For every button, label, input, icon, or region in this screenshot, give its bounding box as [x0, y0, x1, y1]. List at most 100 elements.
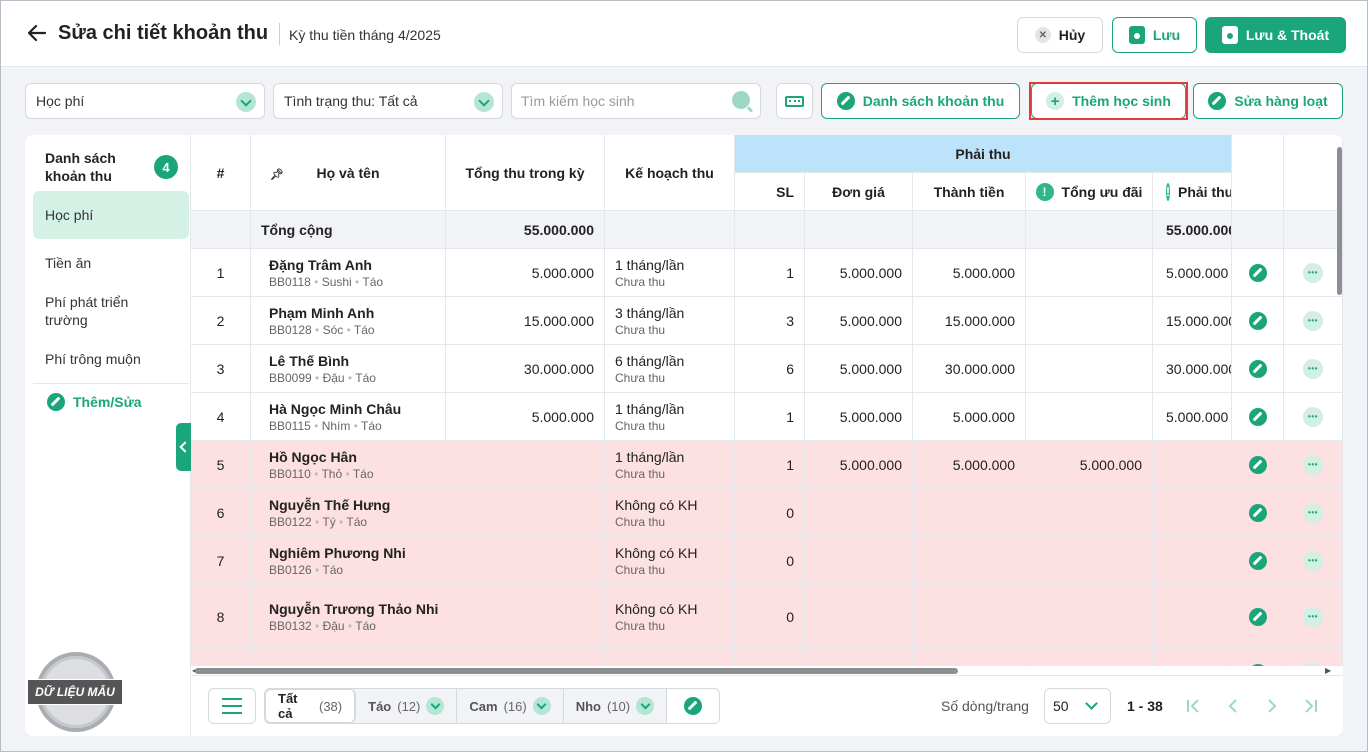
status-value: Tình trạng thu: Tất cả [284, 93, 418, 109]
more-options-icon[interactable]: ••• [1303, 550, 1323, 571]
dot-separator: • [342, 467, 353, 481]
edit-row-pencil-icon[interactable] [1248, 311, 1267, 330]
menu-button[interactable] [208, 688, 256, 724]
next-page-button[interactable] [1258, 692, 1286, 720]
scroll-right-arrow-icon[interactable]: ▶ [1325, 666, 1331, 675]
prev-page-button[interactable] [1219, 692, 1247, 720]
student-name: Đặng Trâm Anh [269, 257, 372, 273]
row-payable [1153, 585, 1232, 649]
cancel-button-label: Hủy [1058, 27, 1086, 43]
save-button[interactable]: Lưu [1112, 17, 1197, 53]
student-meta: BB0132 • Đậu • Táo [269, 619, 376, 633]
edit-row-pencil-icon[interactable] [1248, 607, 1267, 626]
search-icon[interactable] [732, 91, 750, 109]
col-header-name[interactable]: 📌︎ Họ và tên [251, 135, 446, 211]
menu-icon-line [222, 705, 242, 707]
student-code: BB0110 [269, 467, 311, 481]
search-input[interactable] [511, 83, 761, 119]
row-amount: 30.000.000 [913, 345, 1026, 393]
vertical-scrollbar-thumb[interactable] [1337, 147, 1342, 295]
edit-row-pencil-icon[interactable] [1248, 263, 1267, 282]
highlight-outline [1029, 82, 1188, 120]
plan-cell: 3 tháng/lần Chưa thu [605, 297, 735, 345]
tab-all[interactable]: Tất cả (38) [266, 690, 356, 722]
keyboard-button[interactable] [776, 83, 813, 119]
chevron-down-icon[interactable] [532, 697, 551, 715]
row-qty: 3 [735, 297, 805, 345]
row-payable [1153, 441, 1232, 489]
edit-tabs-button[interactable] [667, 689, 719, 723]
arrow-left-icon[interactable] [25, 21, 49, 45]
tab-tao[interactable]: Táo (12) [356, 689, 458, 723]
edit-row-pencil-icon[interactable] [1248, 551, 1267, 570]
sample-data-label: DỮ LIỆU MẪU [27, 679, 123, 705]
dot-separator: • [311, 323, 323, 337]
add-edit-fee-button[interactable]: Thêm/Sửa [47, 393, 142, 411]
dot-separator: • [344, 619, 356, 633]
plan-status: Chưa thu [615, 514, 666, 529]
student-tag: Đậu [322, 619, 345, 633]
status-select[interactable]: Tình trạng thu: Tất cả [273, 83, 503, 119]
chevron-down-icon[interactable] [636, 697, 655, 715]
rows-per-page-label: Số dòng/trang [941, 698, 1029, 714]
row-more-cell: ••• [1284, 537, 1343, 585]
tab-cam[interactable]: Cam (16) [457, 689, 564, 723]
save-button-label: Lưu [1152, 27, 1181, 43]
more-options-icon[interactable]: ••• [1303, 310, 1323, 331]
edit-row-pencil-icon[interactable] [1248, 663, 1267, 666]
row-index: 9 [191, 649, 251, 666]
pin-icon[interactable]: 📌︎ [270, 168, 284, 181]
fee-type-select[interactable]: Học phí [25, 83, 265, 119]
row-unit-price: 5.000.000 [805, 441, 913, 489]
sidebar-item-label: Học phí [45, 207, 94, 223]
more-options-icon[interactable]: ••• [1303, 454, 1323, 475]
bulk-edit-button[interactable]: Sửa hàng loạt [1193, 83, 1343, 119]
row-qty: 6 [735, 345, 805, 393]
add-edit-label: Thêm/Sửa [73, 394, 142, 410]
row-index: 2 [191, 297, 251, 345]
edit-row-pencil-icon[interactable] [1248, 455, 1267, 474]
sidebar-item-phi-trong-muon[interactable]: Phí trông muộn [33, 343, 189, 375]
chevron-down-icon[interactable] [426, 697, 445, 715]
col-header-unit-price: Đơn giá [805, 173, 913, 211]
save-exit-button-label: Lưu & Thoát [1245, 27, 1330, 43]
pencil-icon [47, 393, 65, 411]
edit-row-pencil-icon[interactable] [1248, 503, 1267, 522]
horizontal-scrollbar-thumb[interactable] [195, 668, 958, 674]
row-discount [1026, 585, 1153, 649]
edit-row-pencil-icon[interactable] [1248, 407, 1267, 426]
more-options-icon[interactable]: ••• [1303, 406, 1323, 427]
row-discount [1026, 649, 1153, 666]
row-total [446, 441, 605, 489]
first-page-button[interactable] [1179, 692, 1207, 720]
more-options-icon[interactable]: ••• [1303, 358, 1323, 379]
plan-cell: 6 tháng/lần Chưa thu [605, 345, 735, 393]
sidebar-item-hoc-phi[interactable]: Học phí [33, 191, 189, 239]
row-more-cell: ••• [1284, 297, 1343, 345]
student-cell: Đặng Trâm Anh BB0118 • Sushi • Táo [251, 249, 446, 297]
row-discount [1026, 489, 1153, 537]
pencil-icon [684, 697, 703, 715]
fee-list-button[interactable]: Danh sách khoản thu [821, 83, 1020, 119]
tab-nho[interactable]: Nho (10) [564, 689, 668, 723]
more-options-icon[interactable]: ••• [1303, 502, 1323, 523]
rows-per-page-select[interactable]: 50 [1044, 688, 1111, 724]
cancel-button[interactable]: ✕ Hủy [1017, 17, 1103, 53]
table-footer: Tất cả (38) Táo (12) Cam (16) Nho (10) S… [191, 675, 1343, 736]
row-amount: 5.000.000 [913, 393, 1026, 441]
student-name: Hồ Ngọc Hân [269, 449, 357, 465]
more-options-icon[interactable]: ••• [1303, 606, 1323, 627]
edit-row-pencil-icon[interactable] [1248, 359, 1267, 378]
more-options-icon[interactable]: ••• [1303, 262, 1323, 283]
plan-cell: Không có KH Chưa thu [605, 489, 735, 537]
sidebar-collapse-handle[interactable] [176, 423, 191, 471]
last-page-button[interactable] [1297, 692, 1325, 720]
summary-total: 55.000.000 [446, 211, 605, 249]
student-code: BB0099 [269, 371, 312, 385]
row-more-cell: ••• [1284, 585, 1343, 649]
save-exit-button[interactable]: Lưu & Thoát [1205, 17, 1346, 53]
sidebar-item-tien-an[interactable]: Tiền ăn [33, 247, 189, 279]
more-options-icon[interactable]: ••• [1303, 662, 1323, 666]
summary-cell [605, 211, 735, 249]
sidebar-item-phi-phat-trien[interactable]: Phí phát triển trường [33, 289, 153, 333]
